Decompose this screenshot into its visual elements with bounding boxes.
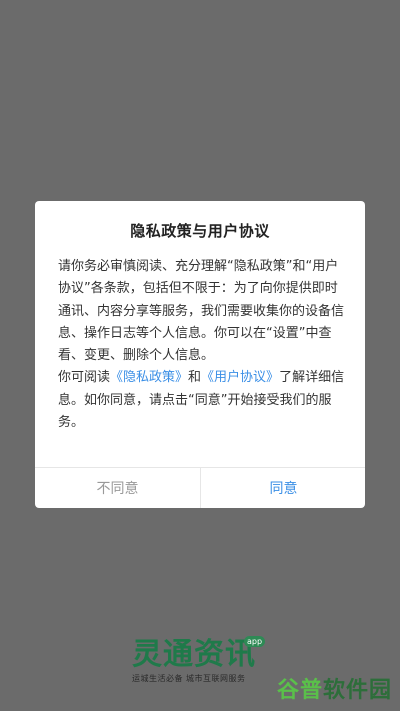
watermark-part1: 谷普 <box>276 678 323 703</box>
and-text: 和 <box>188 370 202 386</box>
watermark-part2: 软件园 <box>322 678 392 703</box>
brand-logo: 灵通资讯 app 运城生活必备 城市互联网服务 <box>132 636 266 684</box>
brand-tagline: 运城生活必备 城市互联网服务 <box>132 674 246 683</box>
site-watermark: 谷普软件园 <box>277 672 392 704</box>
dialog-body: 请你务必审慎阅读、充分理解“隐私政策”和“用户协议”各条款，包括但不限于：为了向… <box>58 256 345 434</box>
brand-name: 灵通资讯 <box>132 637 256 672</box>
dialog-title: 隐私政策与用户协议 <box>130 222 270 240</box>
privacy-dialog: 隐私政策与用户协议 请你务必审慎阅读、充分理解“隐私政策”和“用户协议”各条款，… <box>35 201 365 508</box>
app-badge: app <box>244 636 266 647</box>
disagree-button[interactable]: 不同意 <box>35 468 200 508</box>
body-text-intro: 请你务必审慎阅读、充分理解“隐私政策”和“用户协议”各条款，包括但不限于：为了向… <box>58 259 345 364</box>
body-text-prefix: 你可阅读 <box>58 370 111 386</box>
user-agreement-link[interactable]: 《用户协议》 <box>201 370 279 385</box>
privacy-policy-link[interactable]: 《隐私政策》 <box>110 370 188 385</box>
agree-button[interactable]: 同意 <box>201 468 365 508</box>
